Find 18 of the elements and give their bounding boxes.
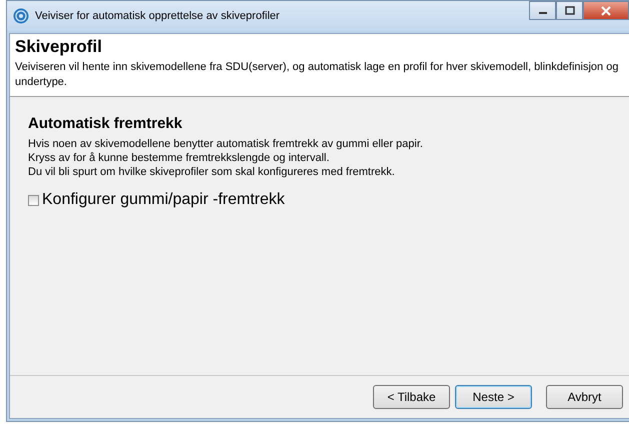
app-icon <box>13 8 29 24</box>
page-description: Veiviseren vil hente inn skivemodellene fra SDU(server), og automatisk lage en profil for hver skivemodell, blinkdefinisjon og undertype. <box>15 60 620 90</box>
close-button[interactable] <box>583 1 629 20</box>
checkbox-label[interactable]: Konfigurer gummi/papir -fremtrekk <box>42 191 285 209</box>
instruction-text: Hvis noen av skivemodellene benytter automatisk fremtrekk av gummi eller papir. <box>28 137 424 151</box>
window-title: Veiviser for automatisk opprettelse av skiveprofiler <box>35 10 281 22</box>
cancel-button[interactable]: Avbryt <box>546 385 623 409</box>
next-button[interactable]: Neste > <box>455 385 532 409</box>
maximize-icon <box>564 6 574 15</box>
section-title: Automatisk fremtrekk <box>28 115 184 132</box>
checkbox[interactable] <box>28 194 39 206</box>
maximize-button[interactable] <box>556 1 583 20</box>
back-button[interactable]: < Tilbake <box>373 385 450 409</box>
instruction-text: Du vil bli spurt om hvilke skiveprofiler som skal konfigureres med fremtrekk. <box>28 165 396 179</box>
close-icon <box>600 6 612 16</box>
page-title: Skiveprofil <box>15 37 103 57</box>
instruction-text: Kryss av for å kunne bestemme fremtrekkslengde og intervall. <box>28 151 330 165</box>
minimize-button[interactable] <box>529 1 556 20</box>
